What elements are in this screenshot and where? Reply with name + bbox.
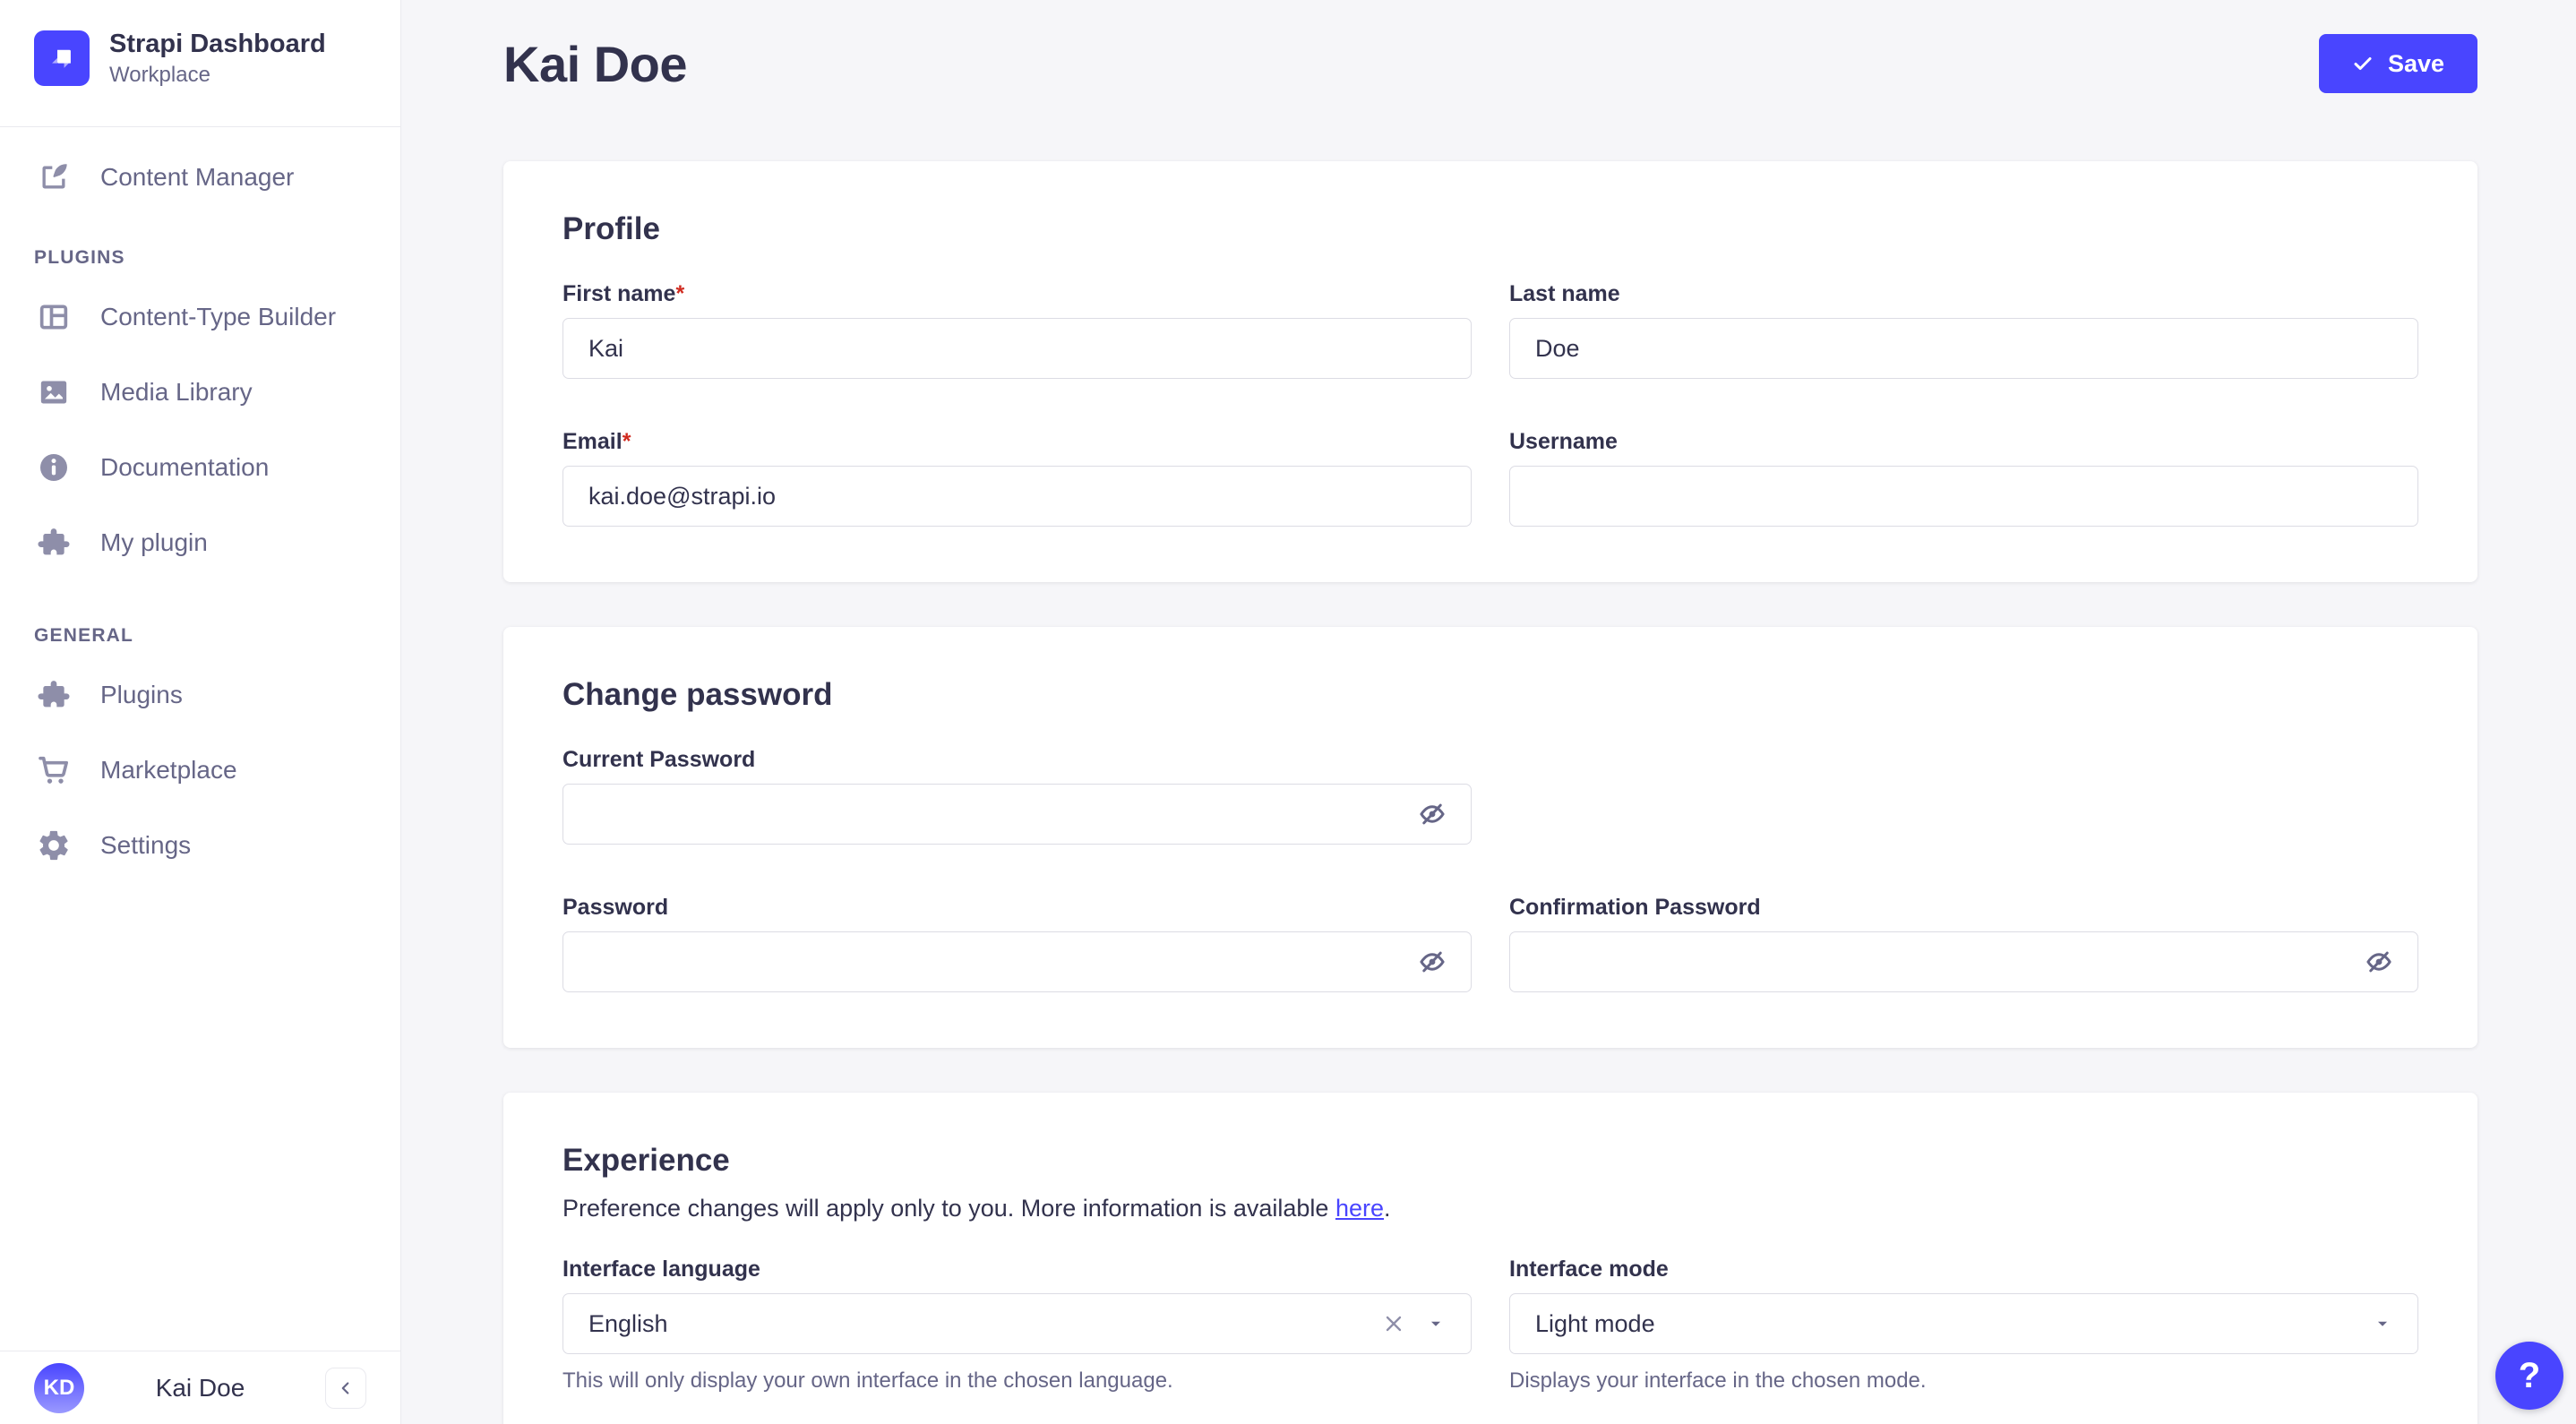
sidebar-item-label: Documentation <box>100 452 270 481</box>
eye-slash-icon <box>1420 951 1445 973</box>
sidebar-item-label: Media Library <box>100 377 253 406</box>
strapi-logo-icon <box>34 30 90 87</box>
first-name-label: First name* <box>562 281 685 306</box>
clear-icon[interactable] <box>1381 1311 1406 1336</box>
interface-language-helper: This will only display your own interfac… <box>562 1368 1173 1393</box>
eye-slash-icon <box>2366 951 2391 973</box>
email-field-group: Email* <box>562 429 1472 527</box>
password-label: Password <box>562 895 669 920</box>
interface-mode-field-group: Interface mode Light mode Displays your … <box>1509 1257 2418 1394</box>
chevron-down-icon[interactable] <box>2373 1314 2392 1334</box>
check-icon <box>2354 57 2372 70</box>
sidebar-item-media-library[interactable]: Media Library <box>0 367 400 417</box>
more-info-link[interactable]: here <box>1335 1195 1384 1222</box>
experience-subtitle: Preference changes will apply only to yo… <box>562 1195 1391 1222</box>
experience-card: Experience Preference changes will apply… <box>503 1093 2477 1424</box>
sidebar-item-content-manager[interactable]: Content Manager <box>0 152 400 202</box>
username-label: Username <box>1509 429 1618 454</box>
interface-mode-helper: Displays your interface in the chosen mo… <box>1509 1368 1927 1393</box>
interface-language-select[interactable]: English <box>562 1293 1472 1354</box>
profile-card: Profile First name* Last name Email* Use… <box>503 161 2477 582</box>
new-password-field-group: Password <box>562 895 1472 992</box>
last-name-label: Last name <box>1509 281 1620 306</box>
change-password-section-title: Change password <box>562 677 833 712</box>
confirmation-password-input[interactable] <box>1509 931 2418 992</box>
required-marker: * <box>675 281 685 306</box>
sidebar-section-plugins: PLUGINS <box>34 246 125 268</box>
experience-section-title: Experience <box>562 1143 730 1178</box>
change-password-card: Change password Current Password Passwor… <box>503 627 2477 1048</box>
save-button[interactable]: Save <box>2318 34 2477 93</box>
current-password-input[interactable] <box>562 784 1472 845</box>
sidebar-user-row: KD Kai Doe <box>0 1351 400 1424</box>
sidebar-item-settings[interactable]: Settings <box>0 820 400 871</box>
toggle-password-visibility-button[interactable] <box>1414 796 1450 832</box>
sidebar-item-label: Settings <box>100 830 192 859</box>
sidebar-nav: Content Manager PLUGINS Content-Type Bui… <box>0 127 400 896</box>
sidebar-section-general: GENERAL <box>34 624 134 646</box>
last-name-field-group: Last name <box>1509 281 2418 379</box>
info-circle-icon <box>34 448 73 487</box>
profile-section-title: Profile <box>562 211 660 246</box>
confirmation-password-label: Confirmation Password <box>1509 895 1761 920</box>
workspace-titles: Strapi Dashboard Workplace <box>109 29 326 89</box>
sidebar-item-my-plugin[interactable]: My plugin <box>0 518 400 568</box>
interface-language-value: English <box>588 1309 668 1337</box>
interface-mode-label: Interface mode <box>1509 1257 1669 1282</box>
interface-language-field-group: Interface language English This will onl… <box>562 1257 1472 1394</box>
confirmation-password-field-group: Confirmation Password <box>1509 895 2418 992</box>
gear-icon <box>34 826 73 865</box>
email-label: Email* <box>562 429 631 454</box>
sidebar-item-label: My plugin <box>100 528 208 556</box>
app-title: Strapi Dashboard <box>109 30 326 58</box>
pencil-square-icon <box>34 158 73 197</box>
sidebar-item-content-type-builder[interactable]: Content-Type Builder <box>0 292 400 342</box>
help-button-label: ? <box>2518 1355 2541 1395</box>
toggle-password-visibility-button[interactable] <box>1414 944 1450 980</box>
first-name-field-group: First name* <box>562 281 1472 379</box>
email-input[interactable] <box>562 466 1472 527</box>
avatar: KD <box>34 1362 84 1413</box>
current-password-field-group: Current Password <box>562 747 1472 845</box>
eye-slash-icon <box>1420 803 1445 825</box>
chevron-left-icon <box>341 1381 349 1394</box>
sidebar-collapse-button[interactable] <box>325 1367 366 1409</box>
interface-mode-select[interactable]: Light mode <box>1509 1293 2418 1354</box>
main-content: Kai Doe Save Profile First name* Last na… <box>401 0 2576 1424</box>
interface-language-label: Interface language <box>562 1257 760 1282</box>
page-title: Kai Doe <box>503 35 688 92</box>
layout-icon <box>34 297 73 337</box>
puzzle-icon <box>34 675 73 715</box>
interface-mode-value: Light mode <box>1535 1309 1655 1337</box>
username-field-group: Username <box>1509 429 2418 527</box>
workspace-name: Workplace <box>109 62 210 87</box>
current-password-label: Current Password <box>562 747 756 772</box>
sidebar-item-label: Content Manager <box>100 162 295 191</box>
required-marker: * <box>622 429 631 454</box>
username-input[interactable] <box>1509 466 2418 527</box>
sidebar-item-label: Plugins <box>100 680 183 708</box>
sidebar: Strapi Dashboard Workplace Content Manag… <box>0 0 401 1424</box>
sidebar-item-marketplace[interactable]: Marketplace <box>0 745 400 795</box>
last-name-input[interactable] <box>1509 318 2418 379</box>
image-icon <box>34 373 73 412</box>
sidebar-item-label: Content-Type Builder <box>100 302 337 330</box>
sidebar-item-label: Marketplace <box>100 755 237 784</box>
save-button-label: Save <box>2387 49 2444 77</box>
workspace-brand: Strapi Dashboard Workplace <box>0 0 400 127</box>
sidebar-item-plugins[interactable]: Plugins <box>0 670 400 720</box>
chevron-down-icon[interactable] <box>1426 1314 1446 1334</box>
toggle-password-visibility-button[interactable] <box>2361 944 2397 980</box>
password-input[interactable] <box>562 931 1472 992</box>
sidebar-item-documentation[interactable]: Documentation <box>0 442 400 493</box>
cart-icon <box>34 751 73 790</box>
page-header: Kai Doe Save <box>503 34 2477 93</box>
help-button[interactable]: ? <box>2495 1342 2563 1410</box>
first-name-input[interactable] <box>562 318 1472 379</box>
puzzle-icon <box>34 523 73 562</box>
